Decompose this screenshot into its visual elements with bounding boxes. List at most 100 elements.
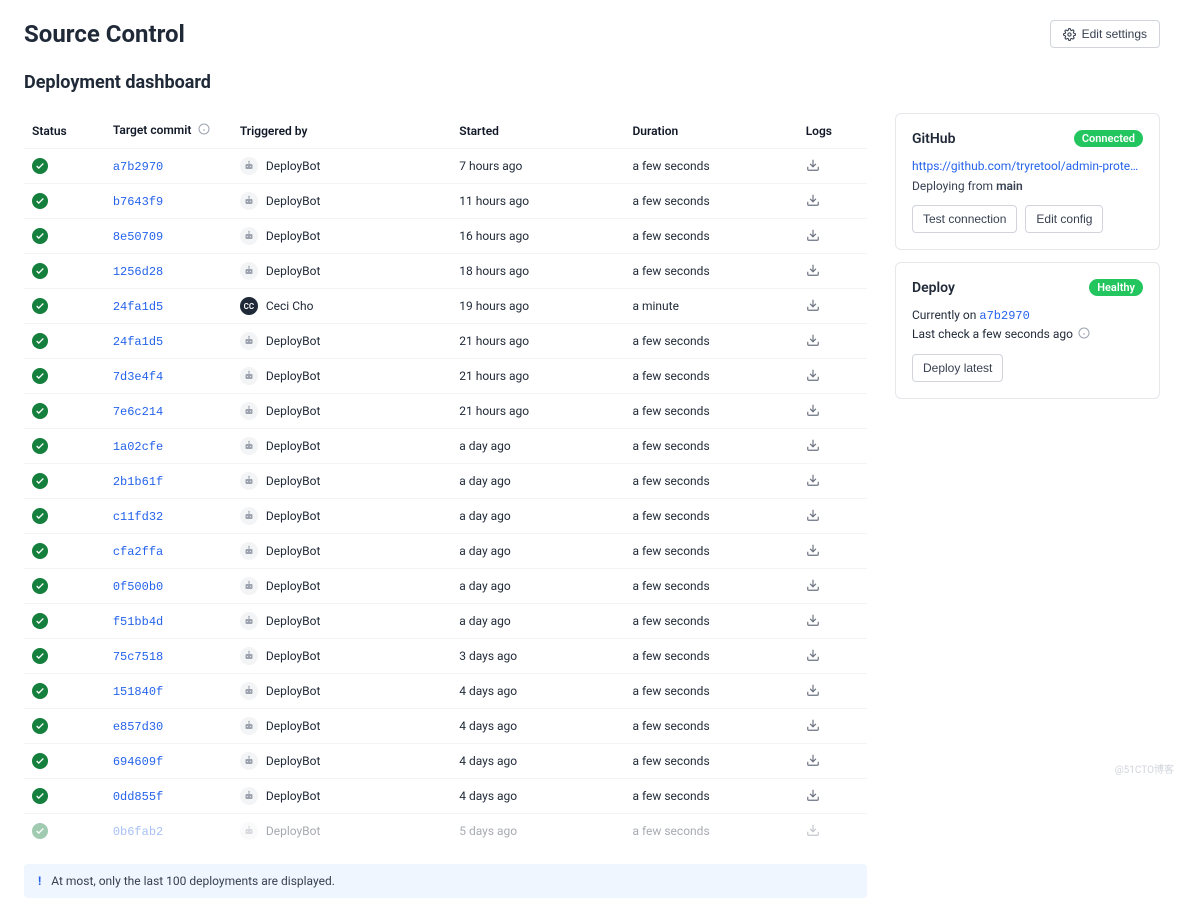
table-row: c11fd32 DeployBot a day ago a few second… — [24, 499, 867, 534]
status-success-icon — [32, 718, 48, 734]
notice-banner: ! At most, only the last 100 deployments… — [24, 864, 867, 898]
commit-link[interactable]: 694609f — [113, 755, 163, 769]
commit-link[interactable]: 0b6fab2 — [113, 825, 163, 839]
commit-link[interactable]: c11fd32 — [113, 510, 163, 524]
table-row: 2b1b61f DeployBot a day ago a few second… — [24, 464, 867, 499]
download-logs-icon[interactable] — [806, 368, 820, 382]
status-success-icon — [32, 578, 48, 594]
download-logs-icon[interactable] — [806, 193, 820, 207]
commit-link[interactable]: 0dd855f — [113, 790, 163, 804]
triggered-by-name: DeployBot — [266, 509, 321, 523]
commit-link[interactable]: 1256d28 — [113, 265, 163, 279]
deploy-latest-button[interactable]: Deploy latest — [912, 354, 1003, 382]
info-icon[interactable] — [198, 124, 210, 138]
duration-text: a few seconds — [632, 684, 709, 698]
bot-avatar-icon — [240, 437, 258, 455]
download-logs-icon[interactable] — [806, 823, 820, 837]
test-connection-button[interactable]: Test connection — [912, 205, 1017, 233]
triggered-by-name: Ceci Cho — [266, 299, 314, 313]
status-success-icon — [32, 473, 48, 489]
download-logs-icon[interactable] — [806, 263, 820, 277]
download-logs-icon[interactable] — [806, 158, 820, 172]
started-time: 4 days ago — [459, 684, 517, 698]
duration-text: a few seconds — [632, 264, 709, 278]
bot-avatar-icon — [240, 157, 258, 175]
commit-link[interactable]: e857d30 — [113, 720, 163, 734]
status-success-icon — [32, 438, 48, 454]
edit-settings-button[interactable]: Edit settings — [1050, 20, 1160, 48]
bot-avatar-icon — [240, 227, 258, 245]
bot-avatar-icon — [240, 367, 258, 385]
triggered-by-name: DeployBot — [266, 649, 321, 663]
commit-link[interactable]: 24fa1d5 — [113, 335, 163, 349]
download-logs-icon[interactable] — [806, 648, 820, 662]
table-row: 7e6c214 DeployBot 21 hours ago a few sec… — [24, 394, 867, 429]
bot-avatar-icon — [240, 507, 258, 525]
triggered-by-name: DeployBot — [266, 264, 321, 278]
bot-avatar-icon — [240, 647, 258, 665]
deployments-table: Status Target commit Triggered by Starte… — [24, 113, 867, 848]
commit-link[interactable]: 7e6c214 — [113, 405, 163, 419]
started-time: a day ago — [459, 509, 510, 523]
commit-link[interactable]: 151840f — [113, 685, 163, 699]
duration-text: a few seconds — [632, 719, 709, 733]
current-commit-link[interactable]: a7b2970 — [979, 309, 1029, 323]
download-logs-icon[interactable] — [806, 683, 820, 697]
duration-text: a few seconds — [632, 229, 709, 243]
github-repo-link[interactable]: https://github.com/tryretool/admin-prote… — [912, 159, 1143, 173]
download-logs-icon[interactable] — [806, 578, 820, 592]
commit-link[interactable]: 75c7518 — [113, 650, 163, 664]
commit-link[interactable]: 8e50709 — [113, 230, 163, 244]
bot-avatar-icon — [240, 402, 258, 420]
status-success-icon — [32, 368, 48, 384]
commit-link[interactable]: 7d3e4f4 — [113, 370, 163, 384]
github-card: GitHub Connected https://github.com/tryr… — [895, 113, 1160, 250]
download-logs-icon[interactable] — [806, 613, 820, 627]
download-logs-icon[interactable] — [806, 403, 820, 417]
watermark: @51CTO博客 — [1115, 761, 1174, 776]
download-logs-icon[interactable] — [806, 753, 820, 767]
current-commit-text: Currently on a7b2970 — [912, 308, 1143, 323]
commit-link[interactable]: cfa2ffa — [113, 545, 163, 559]
bot-avatar-icon — [240, 262, 258, 280]
triggered-by-name: DeployBot — [266, 474, 321, 488]
commit-link[interactable]: 2b1b61f — [113, 475, 163, 489]
duration-text: a few seconds — [632, 579, 709, 593]
download-logs-icon[interactable] — [806, 543, 820, 557]
download-logs-icon[interactable] — [806, 298, 820, 312]
commit-link[interactable]: 24fa1d5 — [113, 300, 163, 314]
commit-link[interactable]: a7b2970 — [113, 160, 163, 174]
bot-avatar-icon — [240, 682, 258, 700]
gear-icon — [1063, 28, 1076, 41]
triggered-by-name: DeployBot — [266, 789, 321, 803]
started-time: 3 days ago — [459, 649, 517, 663]
commit-link[interactable]: b7643f9 — [113, 195, 163, 209]
bot-avatar-icon — [240, 542, 258, 560]
download-logs-icon[interactable] — [806, 718, 820, 732]
started-time: a day ago — [459, 474, 510, 488]
duration-text: a minute — [632, 299, 678, 313]
table-row: cfa2ffa DeployBot a day ago a few second… — [24, 534, 867, 569]
edit-config-button[interactable]: Edit config — [1025, 205, 1103, 233]
download-logs-icon[interactable] — [806, 333, 820, 347]
started-time: 7 hours ago — [459, 159, 522, 173]
commit-link[interactable]: 0f500b0 — [113, 580, 163, 594]
table-row: 7d3e4f4 DeployBot 21 hours ago a few sec… — [24, 359, 867, 394]
started-time: a day ago — [459, 544, 510, 558]
commit-link[interactable]: f51bb4d — [113, 615, 163, 629]
user-avatar: CC — [240, 297, 258, 315]
download-logs-icon[interactable] — [806, 473, 820, 487]
duration-text: a few seconds — [632, 824, 709, 838]
triggered-by-name: DeployBot — [266, 159, 321, 173]
status-success-icon — [32, 613, 48, 629]
status-success-icon — [32, 263, 48, 279]
download-logs-icon[interactable] — [806, 228, 820, 242]
triggered-by-name: DeployBot — [266, 544, 321, 558]
commit-link[interactable]: 1a02cfe — [113, 440, 163, 454]
download-logs-icon[interactable] — [806, 508, 820, 522]
dashboard-title: Deployment dashboard — [24, 72, 1160, 93]
started-time: a day ago — [459, 579, 510, 593]
download-logs-icon[interactable] — [806, 788, 820, 802]
download-logs-icon[interactable] — [806, 438, 820, 452]
info-icon[interactable] — [1078, 328, 1090, 342]
